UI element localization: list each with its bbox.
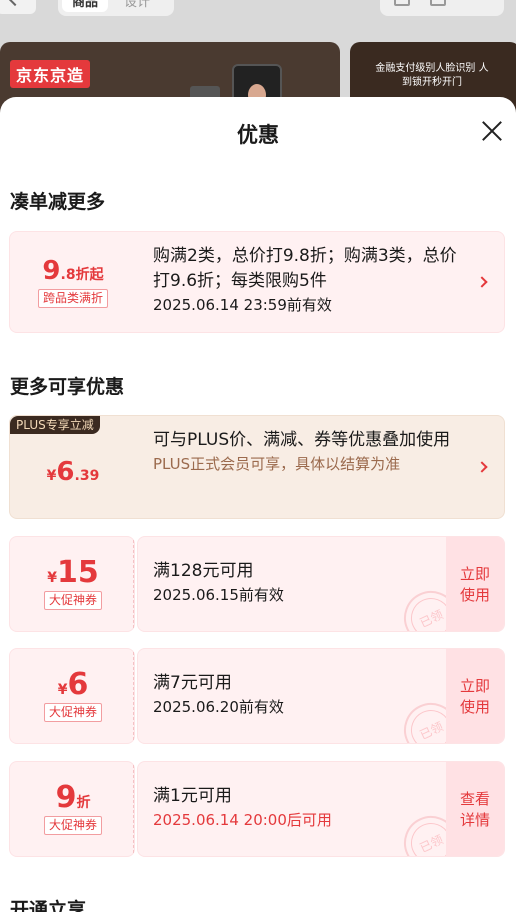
coupon-tag: 大促神券 xyxy=(43,590,102,610)
coupon-value: ¥6 大促神券 xyxy=(10,649,136,743)
use-now-button[interactable]: 立即使用 xyxy=(446,649,504,743)
back-button[interactable] xyxy=(0,0,36,14)
use-now-button[interactable]: 立即使用 xyxy=(446,537,504,631)
section-title-more: 更多可享优惠 xyxy=(10,376,125,398)
plus-description: 可与PLUS价、满减、券等优惠叠加使用 xyxy=(153,430,451,450)
plus-note: PLUS正式会员可享，具体以结算为准 xyxy=(153,455,401,473)
discount-info: 购满2类，总价打9.8折；购满3类，总价打9.6折；每类限购5件 2025.06… xyxy=(153,244,463,316)
coupon-amount: 15 xyxy=(57,554,99,590)
coupon-value: 9折 大促神券 xyxy=(10,762,136,856)
coupon-amount: 9 xyxy=(55,779,77,815)
coupon-value: ¥15 大促神券 xyxy=(10,537,136,631)
plus-amount: ¥6.39 xyxy=(10,416,136,518)
coupon-item: ¥6 大促神券 满7元可用 2025.06.20前有效 已领 立即使用 xyxy=(9,648,505,744)
coupon-info: 满7元可用 2025.06.20前有效 xyxy=(153,671,284,718)
view-details-button[interactable]: 查看详情 xyxy=(446,762,504,856)
coupon-divider xyxy=(133,765,134,853)
close-icon[interactable] xyxy=(478,117,506,145)
favorite-icon[interactable] xyxy=(394,0,410,6)
sheet-title: 优惠 xyxy=(237,123,279,147)
share-icon[interactable] xyxy=(430,0,446,6)
coupon-body: 满128元可用 2025.06.15前有效 已领 立即使用 xyxy=(137,536,505,632)
discount-validity: 2025.06.14 23:59前有效 xyxy=(153,296,332,314)
coupon-item: ¥15 大促神券 满128元可用 2025.06.15前有效 已领 立即使用 xyxy=(9,536,505,632)
coupon-stub: ¥15 大促神券 xyxy=(9,536,135,632)
tab-product[interactable]: 商品 xyxy=(62,0,109,12)
background-actions xyxy=(380,0,504,16)
discount-big: 9 xyxy=(42,255,61,286)
brand-logo: 京东京造 xyxy=(10,60,91,88)
coupon-validity: 2025.06.15前有效 xyxy=(153,586,284,604)
coupon-info: 满128元可用 2025.06.15前有效 xyxy=(153,559,284,606)
plus-amount-big: 6 xyxy=(56,457,75,487)
coupon-amount: 6 xyxy=(67,666,89,702)
plus-info: 可与PLUS价、满减、券等优惠叠加使用 PLUS正式会员可享，具体以结算为准 xyxy=(153,428,463,475)
promo-text: 金融支付级别人脸识别 人到锁开秒开门 xyxy=(375,63,489,88)
cross-category-discount-card[interactable]: 9.8折起 跨品类满折 购满2类，总价打9.8折；购满3类，总价打9.6折；每类… xyxy=(9,231,505,333)
coupon-tag: 大促神券 xyxy=(43,702,102,722)
currency-symbol: ¥ xyxy=(57,681,68,698)
coupon-stub: ¥6 大促神券 xyxy=(9,648,135,744)
coupon-stub: 9折 大促神券 xyxy=(9,761,135,857)
coupon-divider xyxy=(133,652,134,740)
discount-small: .8折起 xyxy=(60,266,104,283)
plus-discount-card[interactable]: PLUS专享立减 ¥6.39 可与PLUS价、满减、券等优惠叠加使用 PLUS正… xyxy=(9,415,505,519)
coupon-suffix: 折 xyxy=(76,794,91,811)
coupon-body: 满7元可用 2025.06.20前有效 已领 立即使用 xyxy=(137,648,505,744)
discount-value: 9.8折起 跨品类满折 xyxy=(10,232,136,332)
coupon-item: 9折 大促神券 满1元可用 2025.06.14 20:00后可用 已领 查看详… xyxy=(9,761,505,857)
coupon-condition: 满128元可用 xyxy=(153,561,254,581)
tab-design[interactable]: 设计 xyxy=(114,0,160,12)
plus-amount-small: .39 xyxy=(74,468,100,484)
section-title-combine: 凑单减更多 xyxy=(10,191,106,213)
coupon-condition: 满7元可用 xyxy=(153,673,232,693)
coupon-validity: 2025.06.20前有效 xyxy=(153,698,284,716)
coupon-tag: 大促神券 xyxy=(43,815,102,835)
chevron-right-icon[interactable] xyxy=(476,276,488,288)
chevron-right-icon[interactable] xyxy=(476,461,488,473)
section-title-open: 开通立享 xyxy=(10,899,87,912)
currency-symbol: ¥ xyxy=(47,569,57,586)
coupon-condition: 满1元可用 xyxy=(153,786,232,806)
coupon-body: 满1元可用 2025.06.14 20:00后可用 已领 查看详情 xyxy=(137,761,505,857)
discount-sheet: 优惠 凑单减更多 9.8折起 跨品类满折 购满2类，总价打9.8折；购满3类，总… xyxy=(0,97,516,912)
coupon-info: 满1元可用 2025.06.14 20:00后可用 xyxy=(153,784,332,831)
coupon-validity: 2025.06.14 20:00后可用 xyxy=(153,811,332,829)
discount-description: 购满2类，总价打9.8折；购满3类，总价打9.6折；每类限购5件 xyxy=(153,246,457,291)
coupon-divider xyxy=(133,540,134,628)
background-tabs: 商品 设计 xyxy=(58,0,174,16)
discount-tag: 跨品类满折 xyxy=(37,288,108,308)
currency-symbol: ¥ xyxy=(46,468,57,484)
